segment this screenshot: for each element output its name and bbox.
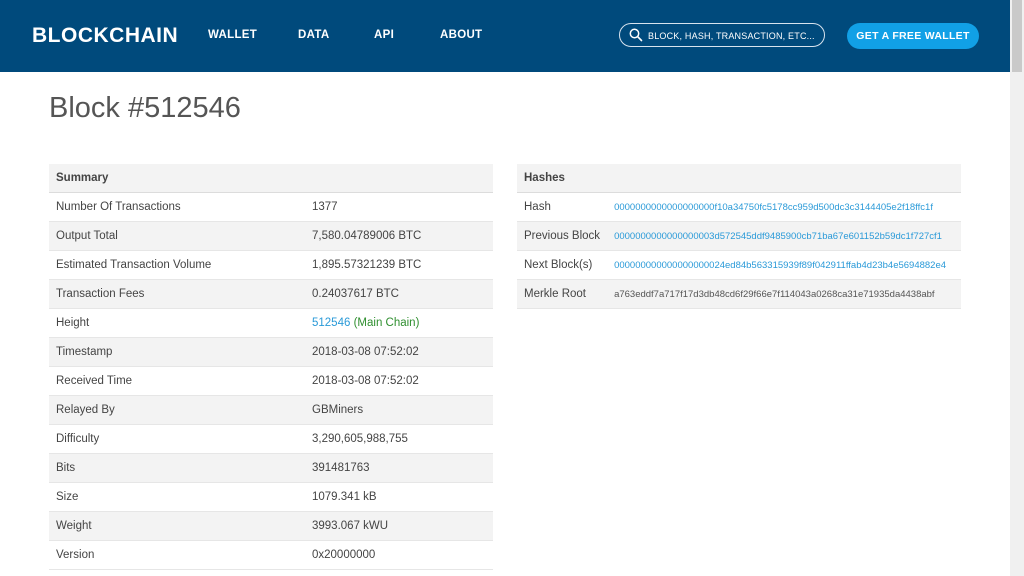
row-value: 512546 (Main Chain) bbox=[305, 308, 493, 338]
table-row: Merkle Root a763eddf7a717f17d3db48cd6f29f… bbox=[517, 279, 961, 309]
row-label: Size bbox=[49, 482, 305, 512]
next-block-cell: 000000000000000000024ed84b563315939f89f0… bbox=[607, 250, 961, 280]
get-free-wallet-button[interactable]: GET A FREE WALLET bbox=[847, 23, 979, 49]
nav-wallet[interactable]: WALLET bbox=[208, 29, 257, 41]
hash-value-link[interactable]: 0000000000000000000f10a34750fc5178cc959d… bbox=[614, 202, 933, 213]
table-row: Bits 391481763 bbox=[49, 453, 493, 483]
table-row: Height 512546 (Main Chain) bbox=[49, 308, 493, 338]
row-label: Bits bbox=[49, 453, 305, 483]
row-label: Height bbox=[49, 308, 305, 338]
height-link[interactable]: 512546 bbox=[312, 317, 350, 329]
row-label: Estimated Transaction Volume bbox=[49, 250, 305, 280]
row-label: Weight bbox=[49, 511, 305, 541]
row-value: 1,895.57321239 BTC bbox=[305, 250, 493, 280]
row-label: Hash bbox=[517, 192, 608, 222]
table-row: Next Block(s) 000000000000000000024ed84b5… bbox=[517, 250, 961, 280]
table-row: Number Of Transactions 1377 bbox=[49, 192, 493, 222]
table-row: Size 1079.341 kB bbox=[49, 482, 493, 512]
row-value: 3993.067 kWU bbox=[305, 511, 493, 541]
search-input[interactable] bbox=[646, 26, 822, 46]
hashes-header: Hashes bbox=[517, 164, 961, 193]
row-label: Previous Block bbox=[517, 221, 608, 251]
main-chain-label: (Main Chain) bbox=[353, 317, 420, 329]
table-row: Timestamp 2018-03-08 07:52:02 bbox=[49, 337, 493, 367]
scrollbar-thumb[interactable] bbox=[1012, 0, 1022, 72]
row-value: 3,290,605,988,755 bbox=[305, 424, 493, 454]
nav-about[interactable]: ABOUT bbox=[440, 29, 482, 41]
row-label: Relayed By bbox=[49, 395, 305, 425]
merkle-root-value: a763eddf7a717f17d3db48cd6f29f66e7f114043… bbox=[607, 279, 961, 309]
top-navbar: BLOCKCHAIN WALLET DATA API ABOUT GET A F… bbox=[0, 0, 1010, 72]
row-value: 2018-03-08 07:52:02 bbox=[305, 337, 493, 367]
table-row: Received Time 2018-03-08 07:52:02 bbox=[49, 366, 493, 396]
table-row: Transaction Fees 0.24037617 BTC bbox=[49, 279, 493, 309]
table-row: Weight 3993.067 kWU bbox=[49, 511, 493, 541]
row-label: Merkle Root bbox=[517, 279, 608, 309]
row-label: Timestamp bbox=[49, 337, 305, 367]
hashes-table: Hashes Hash 0000000000000000000f10a34750f… bbox=[517, 164, 961, 309]
summary-table: Summary Number Of Transactions 1377 Outpu… bbox=[49, 164, 493, 570]
row-label: Next Block(s) bbox=[517, 250, 608, 280]
row-label: Number Of Transactions bbox=[49, 192, 305, 222]
table-row: Previous Block 0000000000000000003d572545… bbox=[517, 221, 961, 251]
row-label: Output Total bbox=[49, 221, 305, 251]
nav-api[interactable]: API bbox=[374, 29, 394, 41]
hash-link: 0000000000000000000f10a34750fc5178cc959d… bbox=[607, 192, 961, 222]
search-box[interactable] bbox=[619, 23, 825, 47]
row-label: Version bbox=[49, 540, 305, 570]
page-title: Block #512546 bbox=[49, 92, 241, 124]
row-value: 391481763 bbox=[305, 453, 493, 483]
table-row: Hash 0000000000000000000f10a34750fc5178cc… bbox=[517, 192, 961, 222]
next-block-link[interactable]: 000000000000000000024ed84b563315939f89f0… bbox=[614, 260, 946, 271]
scrollbar-track[interactable] bbox=[1010, 0, 1024, 576]
row-label: Transaction Fees bbox=[49, 279, 305, 309]
row-value: GBMiners bbox=[305, 395, 493, 425]
table-row: Difficulty 3,290,605,988,755 bbox=[49, 424, 493, 454]
summary-header: Summary bbox=[49, 164, 493, 193]
row-value: 0x20000000 bbox=[305, 540, 493, 570]
previous-block-cell: 0000000000000000003d572545ddf9485900cb71… bbox=[607, 221, 961, 251]
nav-data[interactable]: DATA bbox=[298, 29, 329, 41]
table-row: Estimated Transaction Volume 1,895.573212… bbox=[49, 250, 493, 280]
row-label: Difficulty bbox=[49, 424, 305, 454]
row-value: 1079.341 kB bbox=[305, 482, 493, 512]
row-value: 7,580.04789006 BTC bbox=[305, 221, 493, 251]
row-value: 2018-03-08 07:52:02 bbox=[305, 366, 493, 396]
brand-logo[interactable]: BLOCKCHAIN bbox=[32, 24, 178, 48]
row-label: Received Time bbox=[49, 366, 305, 396]
row-value: 1377 bbox=[305, 192, 493, 222]
search-icon bbox=[629, 28, 643, 42]
previous-block-link[interactable]: 0000000000000000003d572545ddf9485900cb71… bbox=[614, 231, 942, 242]
table-row: Relayed By GBMiners bbox=[49, 395, 493, 425]
row-value: 0.24037617 BTC bbox=[305, 279, 493, 309]
table-row: Output Total 7,580.04789006 BTC bbox=[49, 221, 493, 251]
table-row: Version 0x20000000 bbox=[49, 540, 493, 570]
